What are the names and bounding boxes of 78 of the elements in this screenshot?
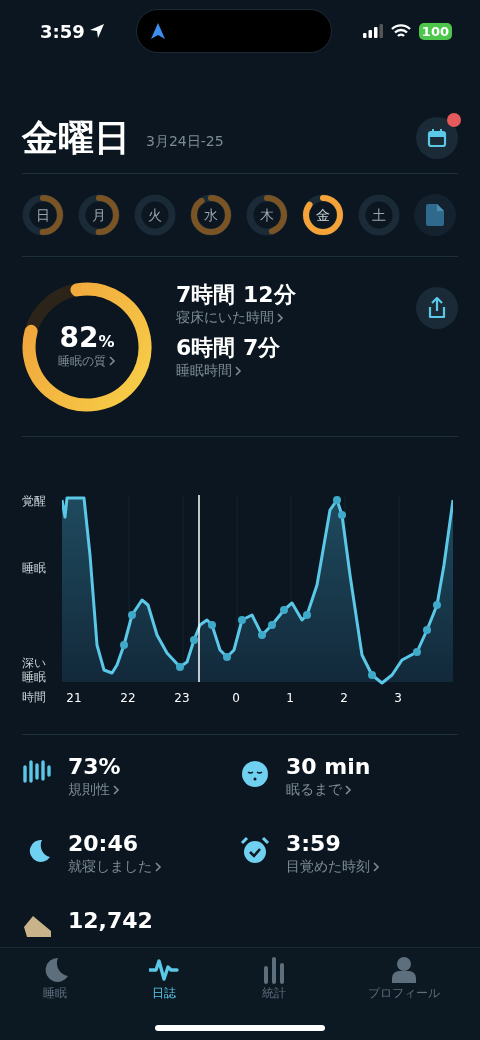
data-point [128, 611, 136, 619]
data-point [190, 636, 198, 644]
axis-label: 3 [394, 690, 402, 707]
data-point [303, 611, 311, 619]
stat-link[interactable]: 目覚めた時刻 [286, 856, 380, 878]
stat-value: 73% [68, 755, 121, 780]
day-title: 金曜日 [22, 119, 130, 156]
axis-label: 22 [120, 690, 136, 707]
chevron-icon [155, 861, 162, 872]
data-point [223, 653, 231, 661]
data-point [268, 621, 276, 629]
chevron-icon [345, 784, 352, 795]
chevron-icon [235, 365, 242, 376]
duration-value: 7時間 12分 [176, 283, 297, 308]
stat-link[interactable]: 規則性 [68, 779, 121, 801]
wave-icon [149, 956, 180, 984]
data-point [423, 626, 431, 634]
stat-link[interactable]: 就寝しました [68, 856, 162, 878]
navigation-arrow-icon [150, 23, 165, 39]
share-icon [427, 297, 447, 319]
tab-button[interactable]: 日誌 [109, 948, 219, 1040]
chevron-icon [277, 312, 284, 323]
axis-label: 23 [174, 690, 190, 707]
stat-value: 30 min [286, 755, 371, 780]
day-ring-button[interactable]: 日 [22, 194, 64, 236]
duration-link[interactable]: 睡眠時間 [176, 360, 416, 382]
day-ring-button[interactable]: 月 [78, 194, 120, 236]
axis-label: 0 [232, 690, 240, 707]
document-icon [426, 204, 444, 226]
alarm-clock-icon [240, 836, 270, 865]
sleep-quality-link[interactable]: 睡眠の質 [58, 351, 116, 370]
day-ring-button[interactable]: 火 [134, 194, 176, 236]
axis-label: 覚醒 [22, 495, 47, 509]
data-point [280, 606, 288, 614]
chevron-icon [113, 784, 120, 795]
tab-button[interactable]: 睡眠 [0, 948, 110, 1040]
data-point [238, 616, 246, 624]
axis-label: 21 [66, 690, 82, 707]
stat-link[interactable]: 眠るまで [286, 779, 371, 801]
axis-label: 時間 [22, 691, 47, 705]
data-point [433, 601, 441, 609]
wifi-icon [390, 23, 411, 39]
stat-value: 20:46 [68, 832, 140, 857]
axis-label: 1 [286, 690, 294, 707]
battery-level: 100 [418, 22, 452, 40]
data-point [120, 641, 128, 649]
report-button[interactable] [414, 194, 456, 236]
stat-value: 12,742 [68, 909, 153, 934]
calendar-icon [427, 127, 447, 148]
day-ring-button[interactable]: 水 [190, 194, 232, 236]
data-point [368, 671, 376, 679]
axis-label: 深い睡眠 [22, 657, 47, 685]
signal-icon [362, 24, 383, 38]
chevron-icon [373, 861, 380, 872]
tab-button[interactable]: プロフィール [328, 948, 480, 1040]
day-ring-button[interactable]: 土 [358, 194, 400, 236]
clock-time: 3:59 [40, 19, 85, 44]
data-point [413, 648, 421, 656]
data-point [208, 621, 216, 629]
data-point [333, 496, 341, 504]
data-point [338, 511, 346, 519]
data-point [176, 663, 184, 671]
data-point [258, 631, 266, 639]
share-button[interactable] [416, 287, 458, 329]
axis-label: 睡眠 [22, 562, 47, 576]
stat-value: 3:59 [286, 832, 342, 857]
sleep-score: 82% [59, 323, 115, 352]
location-arrow-icon [88, 23, 105, 39]
sleeping-face-icon [240, 759, 270, 787]
day-ring-button[interactable]: 木 [246, 194, 288, 236]
chevron-icon [109, 355, 116, 366]
day-ring-button[interactable]: 金 [302, 194, 344, 236]
tab-button[interactable]: 統計 [219, 948, 329, 1040]
date-range: 3月24日-25 [146, 131, 224, 151]
duration-value: 6時間 7分 [176, 336, 282, 361]
axis-label: 2 [340, 690, 348, 707]
duration-link[interactable]: 寝床にいた時間 [176, 307, 416, 329]
calendar-button[interactable] [416, 116, 458, 159]
